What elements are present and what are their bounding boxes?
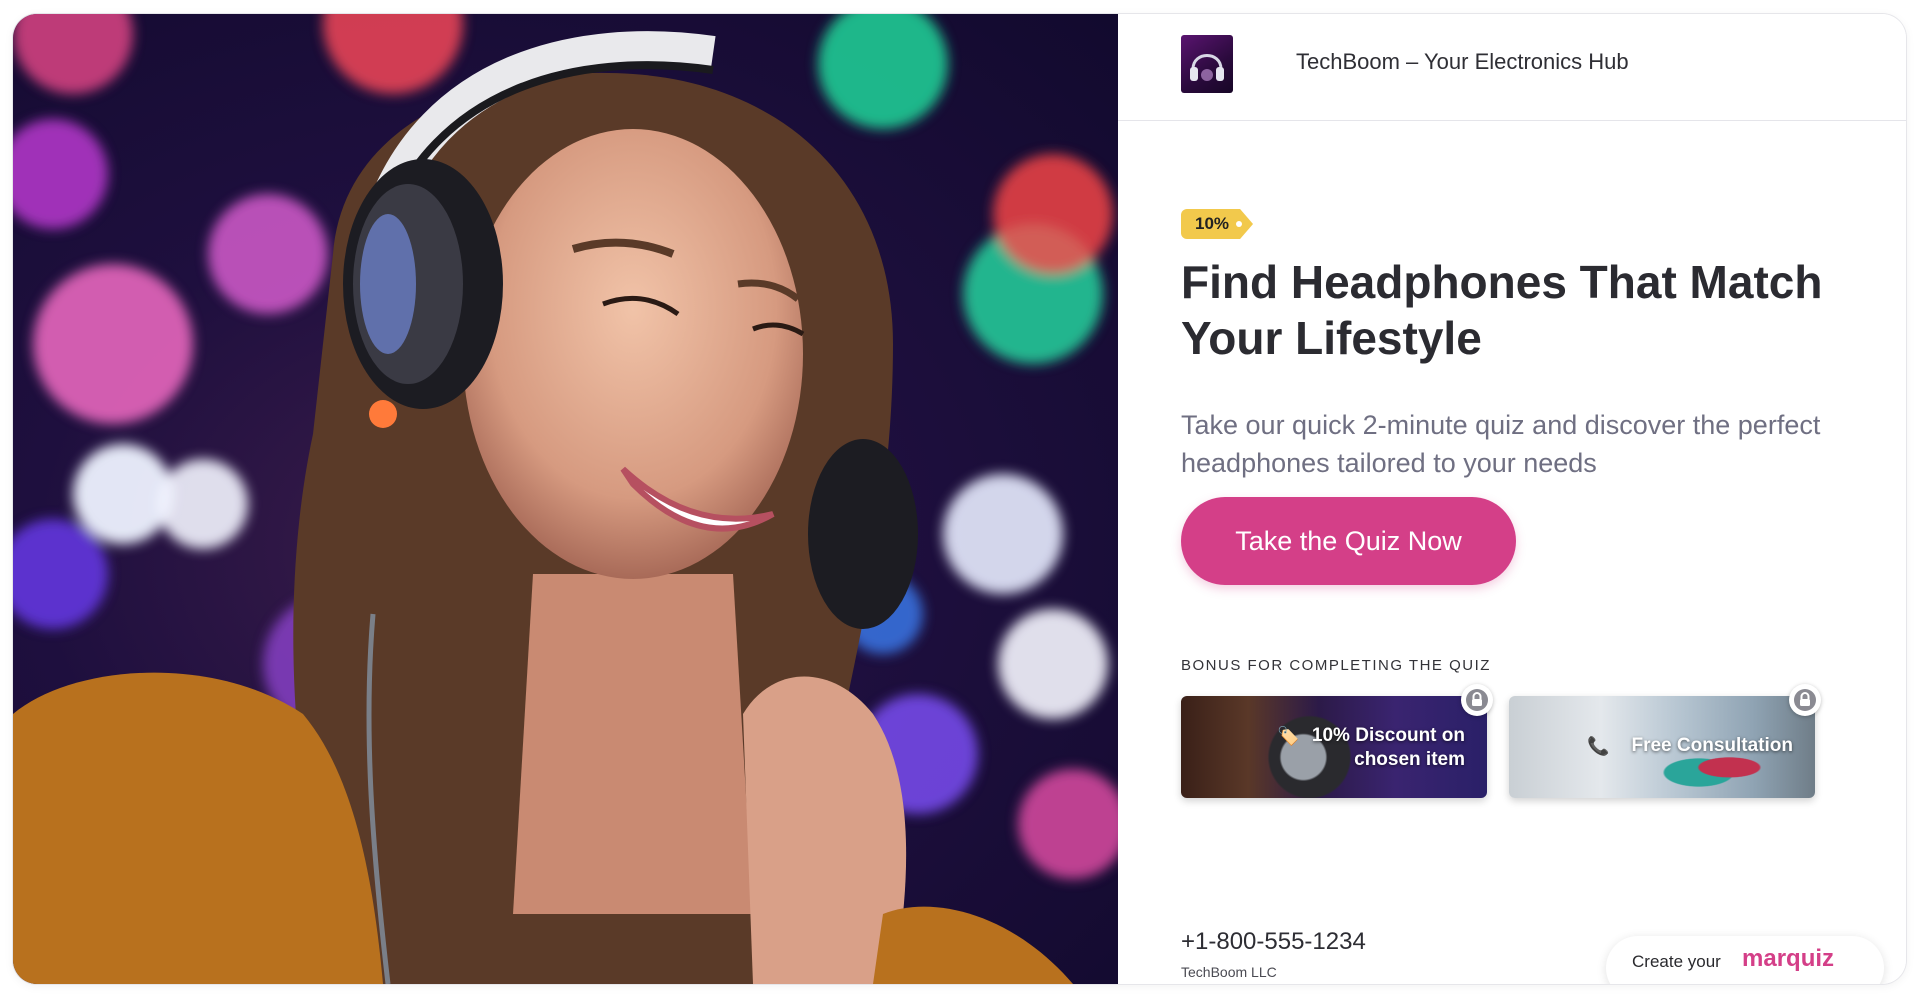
face [463, 129, 803, 579]
marquiz-logo: marquiz [1742, 945, 1835, 972]
phone-number[interactable]: +1-800-555-1234 [1181, 928, 1366, 956]
brand-title: TechBoom – Your Electronics Hub [1296, 49, 1629, 74]
quiz-landing-card: TechBoom – Your Electronics Hub 10% Find… [13, 14, 1906, 984]
headphones-logo-icon [1181, 35, 1233, 93]
bonus-card-consultation[interactable]: 📞 Free Consultation [1509, 684, 1821, 798]
company-name: TechBoom LLC [1181, 964, 1277, 980]
phone-icon: 📞 [1587, 736, 1610, 756]
bonus-card-label: Free Consultation [1631, 735, 1793, 756]
create-your-marquiz-button[interactable]: Create your marquiz [1606, 936, 1884, 984]
discount-badge-label: 10% [1195, 214, 1230, 233]
bonus-card-discount[interactable]: 🏷️ 10% Discount on chosen item [1181, 684, 1493, 798]
marquiz-prefix: Create your [1632, 952, 1721, 971]
lock-icon [1789, 684, 1821, 716]
hero-photo [13, 14, 1118, 984]
page-subtitle: Take our quick 2-minute quiz and discove… [1181, 410, 1821, 478]
quiz-panel: TechBoom – Your Electronics Hub 10% Find… [1118, 14, 1906, 984]
discount-badge: 10% [1181, 209, 1254, 239]
header: TechBoom – Your Electronics Hub [1118, 14, 1906, 121]
page-title: Find Headphones That Match Your Lifestyl… [1181, 256, 1823, 364]
hero-illustration [13, 14, 1118, 984]
take-quiz-button[interactable]: Take the Quiz Now [1181, 497, 1516, 585]
tag-hole-icon [1236, 221, 1243, 227]
bonus-card-label: 10% Discount on chosen item [1311, 725, 1465, 770]
bonus-heading: BONUS FOR COMPLETING THE QUIZ [1181, 657, 1491, 674]
lock-icon [1461, 684, 1493, 716]
